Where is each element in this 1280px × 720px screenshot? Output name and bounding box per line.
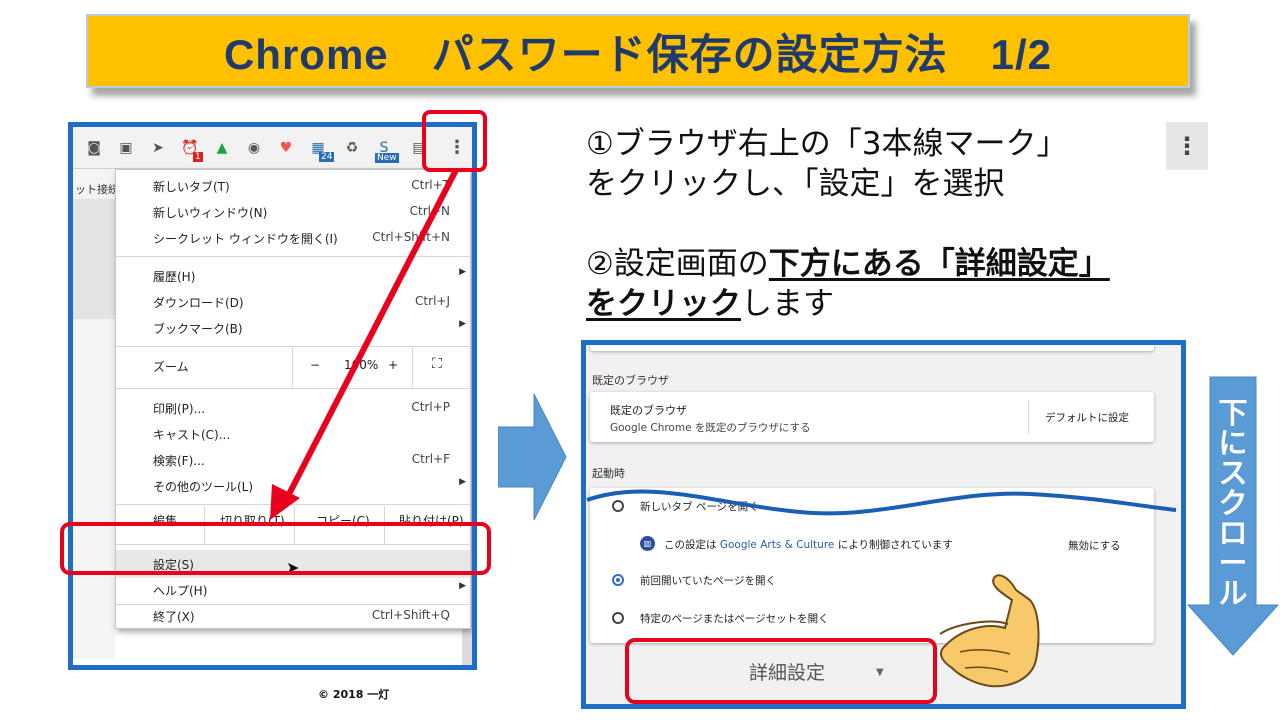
scroll-break-line bbox=[586, 489, 1177, 516]
kebab-highlight bbox=[422, 110, 487, 172]
copyright-notice: © 2018 一灯 bbox=[318, 688, 390, 701]
red-arrowhead bbox=[270, 484, 300, 520]
red-pointer-line bbox=[283, 168, 459, 502]
advanced-highlight bbox=[625, 638, 937, 704]
pointing-hand-icon bbox=[939, 574, 1040, 688]
annotation-layer bbox=[60, 110, 1177, 704]
settings-highlight bbox=[60, 522, 491, 575]
